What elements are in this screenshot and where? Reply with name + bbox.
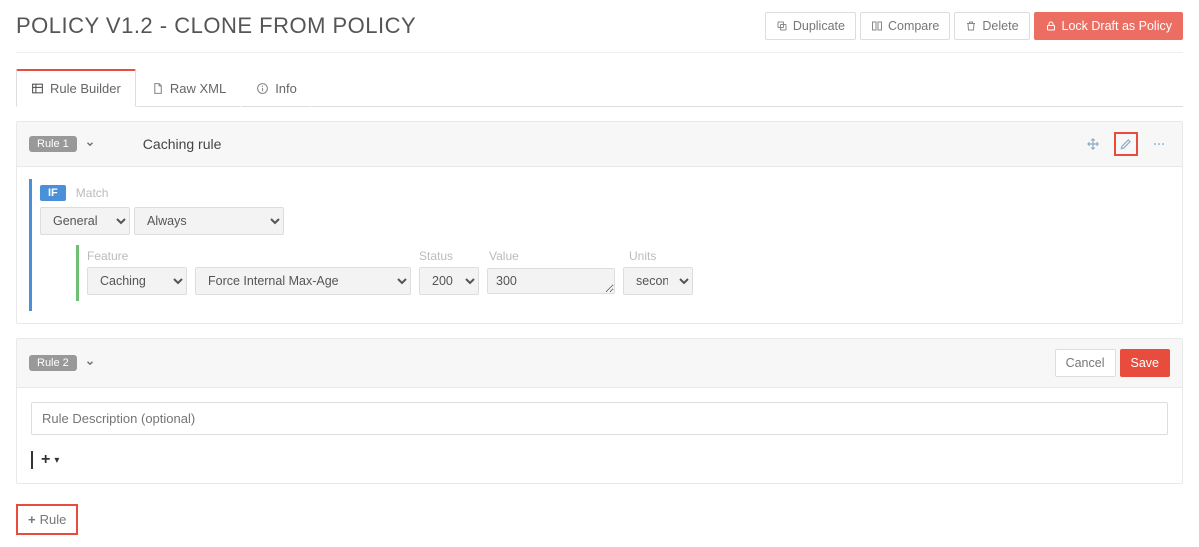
header-actions: Duplicate Compare Delete Lock Draft as P… (765, 12, 1183, 40)
edit-icon[interactable] (1114, 132, 1138, 156)
add-condition-button[interactable]: + ▾ (31, 451, 1168, 469)
add-rule-label: Rule (40, 512, 67, 527)
value-col-label: Value (489, 249, 629, 263)
match-condition-select[interactable]: Always (134, 207, 284, 235)
rule-1-header: Rule 1 Caching rule (17, 122, 1182, 167)
rule-1-badge: Rule 1 (29, 136, 77, 152)
feature-name-select[interactable]: Force Internal Max-Age (195, 267, 411, 295)
if-tag: IF (40, 185, 66, 201)
lock-draft-button[interactable]: Lock Draft as Policy (1034, 12, 1183, 40)
more-icon[interactable] (1148, 133, 1170, 155)
compare-button[interactable]: Compare (860, 12, 950, 40)
page-title: POLICY V1.2 - CLONE FROM POLICY (16, 13, 416, 39)
tab-raw-label: Raw XML (170, 81, 226, 96)
info-icon (256, 82, 269, 95)
feature-col-label: Feature (87, 249, 419, 263)
tab-rule-builder[interactable]: Rule Builder (16, 69, 136, 107)
value-input[interactable]: 300 (487, 268, 615, 294)
match-label: Match (76, 186, 109, 200)
rule-1-expand-toggle[interactable] (85, 137, 95, 152)
rule-1-panel: Rule 1 Caching rule IF Match Gene (16, 121, 1183, 324)
units-select[interactable]: seconds (623, 267, 693, 295)
save-button[interactable]: Save (1120, 349, 1171, 377)
tab-raw-xml[interactable]: Raw XML (136, 69, 241, 107)
feature-block: Feature Status Value Units Caching Force… (76, 245, 1170, 301)
move-icon[interactable] (1082, 133, 1104, 155)
compare-label: Compare (888, 19, 939, 33)
match-category-select[interactable]: General (40, 207, 130, 235)
tabs: Rule Builder Raw XML Info (16, 69, 1183, 107)
tab-spacer (312, 69, 1183, 107)
lock-label: Lock Draft as Policy (1062, 19, 1172, 33)
caret-down-icon: ▾ (54, 455, 59, 466)
cancel-button[interactable]: Cancel (1055, 349, 1116, 377)
duplicate-label: Duplicate (793, 19, 845, 33)
add-rule-button[interactable]: + Rule (16, 504, 78, 535)
copy-icon (776, 20, 788, 32)
grid-icon (31, 82, 44, 95)
compare-icon (871, 20, 883, 32)
feature-category-select[interactable]: Caching (87, 267, 187, 295)
tab-builder-label: Rule Builder (50, 81, 121, 96)
duplicate-button[interactable]: Duplicate (765, 12, 856, 40)
lock-icon (1045, 20, 1057, 32)
plus-icon: + (28, 512, 36, 527)
rule-2-body: + ▾ (17, 388, 1182, 483)
condition-block: IF Match General Always Feature Status V… (29, 179, 1170, 311)
units-col-label: Units (629, 249, 709, 263)
tab-info-label: Info (275, 81, 297, 96)
rule-2-panel: Rule 2 Cancel Save + ▾ (16, 338, 1183, 484)
status-select[interactable]: 200 (419, 267, 479, 295)
rule-2-header: Rule 2 Cancel Save (17, 339, 1182, 388)
plus-icon: + (41, 451, 50, 469)
delete-label: Delete (982, 19, 1018, 33)
rule-1-name: Caching rule (143, 136, 222, 152)
tab-info[interactable]: Info (241, 69, 312, 107)
trash-icon (965, 20, 977, 32)
rule-1-body: IF Match General Always Feature Status V… (17, 167, 1182, 323)
delete-button[interactable]: Delete (954, 12, 1029, 40)
rule-2-badge: Rule 2 (29, 355, 77, 371)
file-icon (151, 82, 164, 95)
status-col-label: Status (419, 249, 489, 263)
rule-description-input[interactable] (31, 402, 1168, 435)
rule-2-expand-toggle[interactable] (85, 356, 95, 371)
